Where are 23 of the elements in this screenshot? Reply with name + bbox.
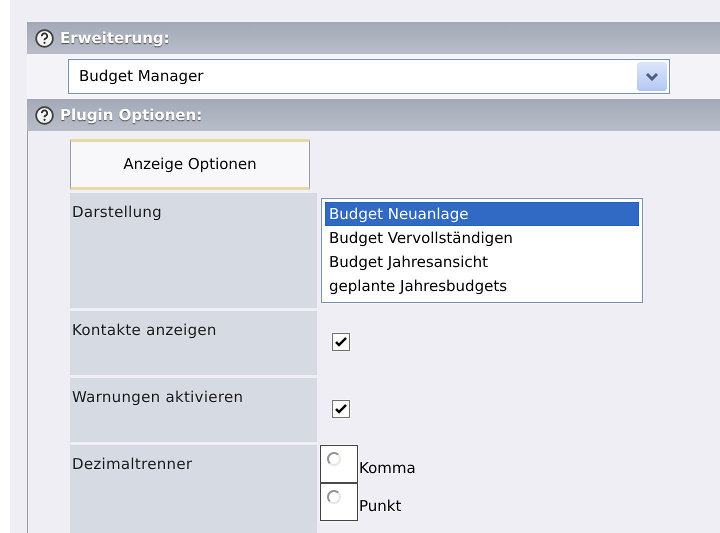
list-option[interactable]: Budget Jahresansicht <box>325 250 639 274</box>
option-label: Darstellung <box>72 203 162 221</box>
option-listbox[interactable]: Budget Neuanlage Budget Vervollständigen Budget Jahresansicht geplante Jahresbudgets <box>321 198 643 303</box>
option-label: Kontakte anzeigen <box>72 321 217 339</box>
list-option[interactable]: geplante Jahresbudgets <box>325 274 639 298</box>
chevron-down-icon <box>645 72 659 82</box>
help-icon[interactable] <box>35 106 54 124</box>
list-option[interactable]: Budget Vervollständigen <box>325 226 639 250</box>
tab[interactable]: Anzeige Optionen <box>70 139 310 190</box>
checkbox[interactable] <box>332 400 350 418</box>
list-option[interactable]: Budget Neuanlage <box>325 202 639 226</box>
extension-dropdown[interactable]: Budget Manager <box>68 59 670 94</box>
section-title: Erweiterung: <box>60 28 170 49</box>
radio-label: Komma <box>359 458 416 478</box>
radio-button[interactable] <box>327 452 341 466</box>
radio-button[interactable] <box>327 490 341 504</box>
help-icon[interactable] <box>35 28 54 48</box>
option-label: Dezimaltrenner <box>72 455 192 473</box>
dropdown-value: Budget Manager <box>79 66 204 88</box>
checkbox[interactable] <box>332 333 350 351</box>
radio-label: Punkt <box>359 496 402 516</box>
option-label: Warnungen aktivieren <box>72 388 244 406</box>
section-title: Plugin Optionen: <box>60 104 202 126</box>
